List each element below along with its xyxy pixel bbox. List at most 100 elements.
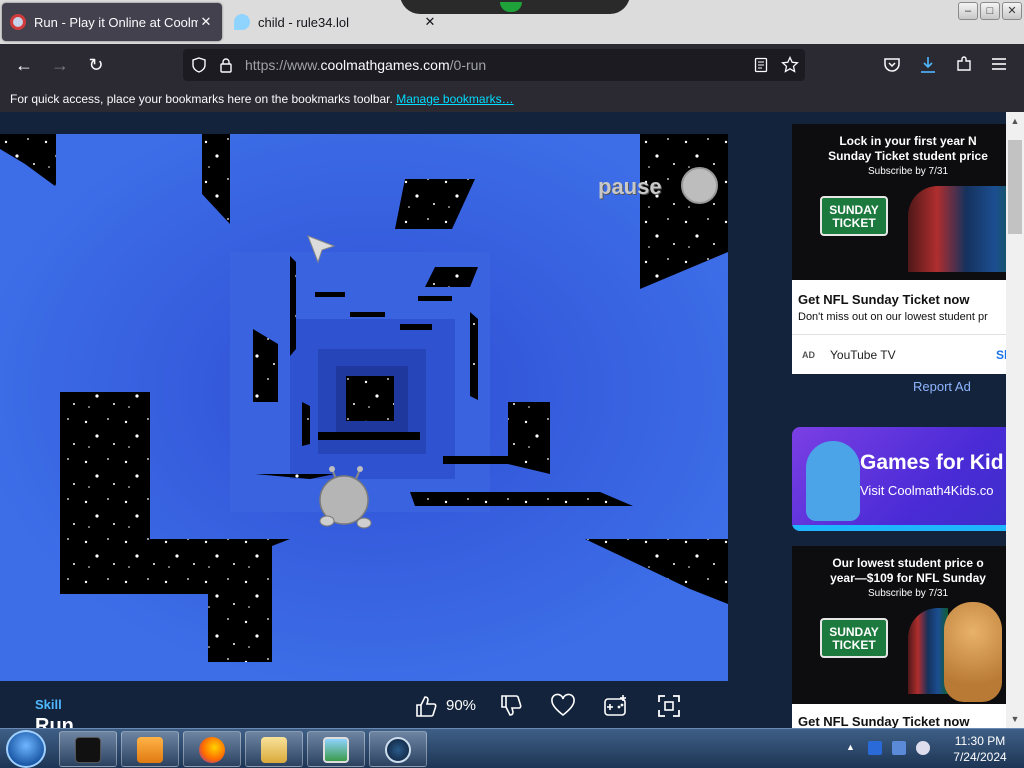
ad-deadline: Subscribe by 7/31 <box>867 588 949 599</box>
pause-button[interactable] <box>681 167 718 204</box>
lock-icon[interactable] <box>219 57 233 73</box>
tab-title: Run - Play it Online at Coolmat <box>34 14 198 30</box>
football-player-image <box>908 608 948 694</box>
octopus-mascot-image <box>806 441 860 521</box>
firefox-icon <box>199 737 225 763</box>
steam-icon <box>385 737 411 763</box>
ad-description: Don't miss out on our lowest student pr <box>798 311 988 323</box>
clock-date: 7/24/2024 <box>953 750 1007 764</box>
taskbar-app-file-explorer[interactable] <box>245 731 303 767</box>
photos-icon <box>323 737 349 763</box>
game-info-bar: Skill Run 90% <box>0 681 728 737</box>
network-icon[interactable] <box>892 741 906 755</box>
rating-percent: 90% <box>446 697 477 714</box>
tab-rule34[interactable]: child - rule34.lol ✕ <box>226 3 446 41</box>
address-bar[interactable]: https://www.coolmathgames.com/0-run <box>183 49 805 81</box>
tab-close-icon[interactable]: ✕ <box>198 14 214 30</box>
taskbar: ▲ 11:30 PM 7/24/2024 <box>0 728 1024 768</box>
favorite-heart-icon[interactable] <box>550 693 576 719</box>
scroll-up-arrow-icon[interactable]: ▲ <box>1006 112 1024 130</box>
ticket-line-2: TICKET <box>832 638 876 652</box>
taskbar-app-terminal[interactable] <box>59 731 117 767</box>
report-ad-link[interactable]: Report Ad <box>913 379 971 394</box>
ad-creative[interactable]: Lock in your first year N Sunday Ticket … <box>792 124 1024 280</box>
extensions-icon[interactable] <box>955 55 973 73</box>
bookmarks-hint: For quick access, place your bookmarks h… <box>10 92 393 106</box>
page-scrollbar[interactable]: ▲ ▼ <box>1006 112 1024 728</box>
bluetooth-icon[interactable] <box>868 741 882 755</box>
pause-label[interactable]: pause <box>598 174 662 200</box>
downloads-icon[interactable] <box>919 55 937 75</box>
taskbar-app-firefox[interactable] <box>183 731 241 767</box>
webpage: pause Skill Run 90% Lock in your first y… <box>0 112 1024 737</box>
sunday-ticket-logo: SUNDAY TICKET <box>820 196 888 236</box>
url-prefix: https://www. <box>245 57 321 73</box>
game-canvas[interactable]: pause <box>0 134 728 681</box>
promo-accent-bar <box>792 525 1024 531</box>
nfl-sunday-ticket-ad-2[interactable]: Our lowest student price o year—$109 for… <box>792 546 1024 728</box>
scrollbar-thumb[interactable] <box>1008 140 1022 234</box>
coolmath-favicon-icon <box>10 14 26 30</box>
taskbar-app-steam[interactable] <box>369 731 427 767</box>
thumbs-down-icon[interactable] <box>498 693 524 719</box>
hamster-image <box>944 602 1002 702</box>
ad-deadline: Subscribe by 7/31 <box>867 166 949 177</box>
site-favicon-icon <box>234 14 250 30</box>
coolmath4kids-promo[interactable]: Games for Kid Visit Coolmath4Kids.co <box>792 427 1024 531</box>
folder-icon <box>261 737 287 763</box>
tracking-shield-icon[interactable] <box>191 57 207 73</box>
game-category-link[interactable]: Skill <box>35 697 62 712</box>
ad-headline-2: Sunday Ticket student price <box>828 149 988 163</box>
scroll-down-arrow-icon[interactable]: ▼ <box>1006 710 1024 728</box>
ad-title[interactable]: Get NFL Sunday Ticket now <box>798 714 969 728</box>
taskbar-app-media-player[interactable] <box>121 731 179 767</box>
pocket-icon[interactable] <box>883 57 901 73</box>
thumbs-up-icon[interactable] <box>413 693 439 719</box>
reload-button[interactable]: ↻ <box>84 53 108 77</box>
ad-divider <box>792 334 1024 335</box>
url-domain: coolmathgames.com <box>320 57 450 73</box>
manage-bookmarks-link[interactable]: Manage bookmarks… <box>396 92 513 106</box>
nfl-sunday-ticket-ad[interactable]: Lock in your first year N Sunday Ticket … <box>792 124 1024 374</box>
system-tray: ▲ 11:30 PM 7/24/2024 <box>840 729 1024 768</box>
bookmarks-toolbar: For quick access, place your bookmarks h… <box>0 86 1024 112</box>
ad-advertiser: YouTube TV <box>830 348 896 362</box>
clock-time: 11:30 PM <box>954 734 1006 748</box>
screen: Run - Play it Online at Coolmat ✕ child … <box>0 0 1024 768</box>
fullscreen-icon[interactable] <box>656 693 682 719</box>
ad-headline: Our lowest student price o <box>832 556 984 570</box>
ad-creative[interactable]: Our lowest student price o year—$109 for… <box>792 546 1024 704</box>
show-hidden-icons-icon[interactable]: ▲ <box>846 742 855 752</box>
ad-badge: AD <box>802 350 815 360</box>
ad-headline: Lock in your first year N <box>839 134 977 148</box>
tab-run-coolmath[interactable]: Run - Play it Online at Coolmat ✕ <box>2 3 222 41</box>
forward-button[interactable]: → <box>48 53 72 77</box>
ticket-line-2: TICKET <box>832 216 876 230</box>
promo-headline: Games for Kid <box>860 451 1004 474</box>
clock[interactable]: 11:30 PM 7/24/2024 <box>940 733 1020 765</box>
reader-view-icon[interactable] <box>754 57 768 73</box>
url-path: /0-run <box>449 57 487 73</box>
volume-icon[interactable] <box>916 741 930 755</box>
tab-close-icon[interactable]: ✕ <box>422 14 438 30</box>
taskbar-app-photos[interactable] <box>307 731 365 767</box>
ad-headline-2: year—$109 for NFL Sunday <box>830 571 986 585</box>
window-controls: – □ ✕ <box>958 2 1022 20</box>
close-window-button[interactable]: ✕ <box>1002 2 1022 20</box>
sunday-ticket-logo: SUNDAY TICKET <box>820 618 888 658</box>
tab-title: child - rule34.lol <box>258 14 350 30</box>
back-button[interactable]: ← <box>12 53 36 77</box>
tab-strip: Run - Play it Online at Coolmat ✕ child … <box>0 0 1024 44</box>
maximize-button[interactable]: □ <box>980 2 1000 20</box>
promo-subtitle: Visit Coolmath4Kids.co <box>860 483 994 498</box>
minimize-button[interactable]: – <box>958 2 978 20</box>
ad-title[interactable]: Get NFL Sunday Ticket now <box>798 292 969 307</box>
media-player-icon <box>137 737 163 763</box>
url-text: https://www.coolmathgames.com/0-run <box>245 57 486 73</box>
menu-icon[interactable] <box>991 57 1007 71</box>
navigation-toolbar: ← → ↻ https://www.coolmathgames.com/0-ru… <box>0 44 1024 86</box>
bookmark-star-icon[interactable] <box>781 56 799 74</box>
start-button[interactable] <box>6 730 46 768</box>
add-to-playlist-icon[interactable] <box>603 693 629 719</box>
tunnel-scene <box>0 134 728 681</box>
